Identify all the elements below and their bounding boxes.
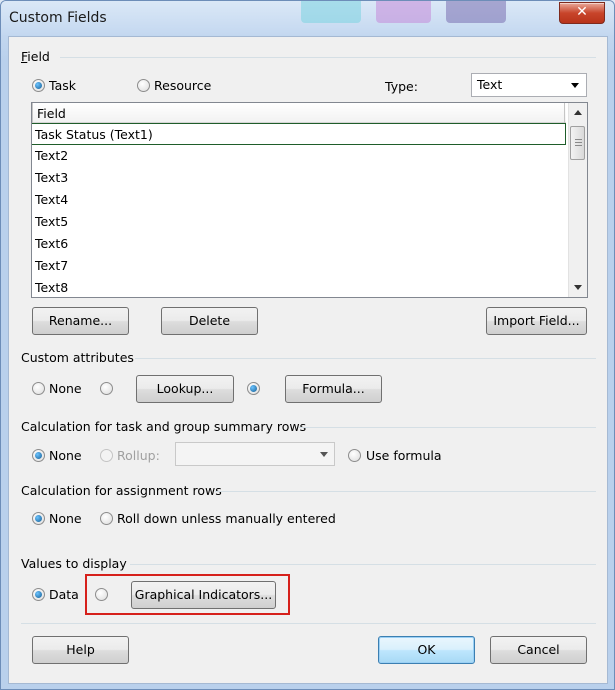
rollup-radio bbox=[100, 449, 113, 462]
list-item-selected[interactable]: Task Status (Text1) bbox=[32, 123, 566, 145]
cancel-button[interactable]: Cancel bbox=[490, 636, 587, 664]
title-bar[interactable]: Custom Fields ✕ bbox=[1, 1, 614, 35]
summary-calc-label: Calculation for task and group summary r… bbox=[21, 419, 307, 434]
rollup-dropdown bbox=[175, 442, 335, 466]
separator bbox=[60, 57, 596, 58]
field-list-header: Field bbox=[32, 103, 566, 123]
scroll-up-icon[interactable] bbox=[574, 110, 582, 115]
separator bbox=[135, 358, 596, 359]
assignment-none-label[interactable]: None bbox=[49, 511, 82, 526]
scroll-down-icon[interactable] bbox=[574, 285, 582, 290]
task-radio[interactable] bbox=[32, 79, 45, 92]
type-label: Type: bbox=[385, 79, 418, 94]
custom-attributes-label: Custom attributes bbox=[21, 350, 134, 365]
attributes-none-radio[interactable] bbox=[32, 382, 45, 395]
assignment-none-radio[interactable] bbox=[32, 512, 45, 525]
roll-down-radio[interactable] bbox=[100, 512, 113, 525]
rename-button[interactable]: Rename... bbox=[32, 307, 129, 335]
scroll-thumb[interactable] bbox=[570, 126, 585, 160]
lookup-button[interactable]: Lookup... bbox=[136, 375, 234, 403]
use-formula-label[interactable]: Use formula bbox=[366, 448, 442, 463]
list-item[interactable]: Text8 bbox=[32, 277, 566, 297]
use-formula-radio[interactable] bbox=[348, 449, 361, 462]
separator bbox=[215, 491, 596, 492]
resource-radio-label[interactable]: Resource bbox=[154, 78, 211, 93]
type-dropdown[interactable]: Text bbox=[471, 73, 587, 97]
close-icon: ✕ bbox=[576, 4, 588, 20]
grip-line bbox=[575, 142, 582, 143]
background-ribbon-decoration bbox=[301, 1, 361, 23]
import-field-button[interactable]: Import Field... bbox=[486, 307, 587, 335]
column-separator bbox=[32, 103, 33, 123]
chevron-down-icon bbox=[571, 83, 579, 88]
graphical-indicators-button[interactable]: Graphical Indicators... bbox=[131, 581, 276, 609]
data-radio-label[interactable]: Data bbox=[49, 587, 79, 602]
list-item[interactable]: Text5 bbox=[32, 211, 566, 233]
help-button[interactable]: Help bbox=[32, 636, 129, 664]
list-item[interactable]: Text4 bbox=[32, 189, 566, 211]
ok-button[interactable]: OK bbox=[378, 636, 475, 664]
dialog-title: Custom Fields bbox=[9, 10, 107, 26]
separator bbox=[130, 564, 596, 565]
custom-fields-dialog: Custom Fields ✕ Field Task Resource Type… bbox=[0, 0, 615, 690]
formula-button[interactable]: Formula... bbox=[285, 375, 382, 403]
background-ribbon-decoration bbox=[446, 1, 506, 23]
field-list[interactable]: Field Task Status (Text1) Text2 Text3 Te… bbox=[31, 102, 588, 298]
close-button[interactable]: ✕ bbox=[559, 2, 605, 24]
list-item[interactable]: Text3 bbox=[32, 167, 566, 189]
list-item[interactable]: Text6 bbox=[32, 233, 566, 255]
field-column-header[interactable]: Field bbox=[37, 106, 66, 121]
field-group-label: Field bbox=[21, 49, 50, 64]
delete-button[interactable]: Delete bbox=[161, 307, 258, 335]
attributes-none-label[interactable]: None bbox=[49, 381, 82, 396]
column-separator bbox=[564, 103, 565, 123]
separator bbox=[21, 623, 596, 624]
list-item[interactable]: Text7 bbox=[32, 255, 566, 277]
background-ribbon-decoration bbox=[376, 1, 431, 23]
graphical-indicators-radio[interactable] bbox=[95, 588, 108, 601]
type-dropdown-value: Text bbox=[477, 77, 503, 92]
grip-line bbox=[575, 145, 582, 146]
task-radio-label[interactable]: Task bbox=[49, 78, 76, 93]
list-item[interactable]: Text2 bbox=[32, 145, 566, 167]
assignment-calc-label: Calculation for assignment rows bbox=[21, 483, 222, 498]
chevron-down-icon bbox=[320, 452, 328, 457]
values-display-label: Values to display bbox=[21, 556, 127, 571]
vertical-scrollbar[interactable] bbox=[568, 103, 587, 297]
rollup-label: Rollup: bbox=[117, 448, 160, 463]
data-radio[interactable] bbox=[32, 588, 45, 601]
summary-none-radio[interactable] bbox=[32, 449, 45, 462]
roll-down-label[interactable]: Roll down unless manually entered bbox=[117, 511, 336, 526]
resource-radio[interactable] bbox=[137, 79, 150, 92]
attributes-lookup-radio[interactable] bbox=[100, 382, 113, 395]
summary-none-label[interactable]: None bbox=[49, 448, 82, 463]
separator bbox=[299, 427, 596, 428]
attributes-formula-radio[interactable] bbox=[247, 382, 260, 395]
field-group-label-rest: ield bbox=[27, 49, 50, 64]
grip-line bbox=[575, 139, 582, 140]
dialog-body: Field Task Resource Type: Text Field Tas… bbox=[8, 36, 608, 684]
